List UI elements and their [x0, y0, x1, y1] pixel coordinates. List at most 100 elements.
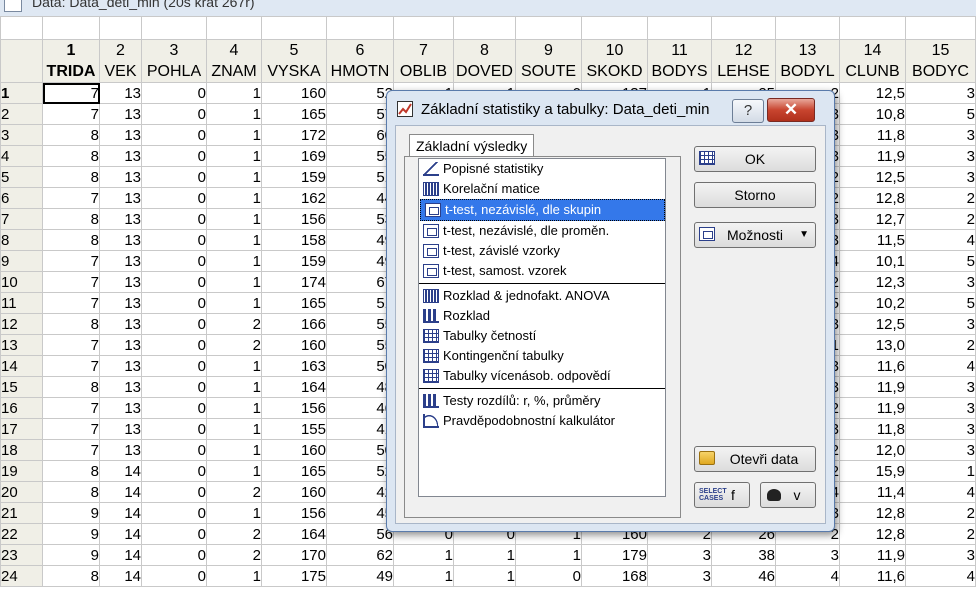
table-cell[interactable]: 0 — [141, 145, 207, 167]
table-cell[interactable]: 13 — [99, 334, 142, 356]
table-cell[interactable]: 0 — [141, 481, 207, 503]
column-header[interactable]: 10 SKOKD — [581, 39, 648, 83]
table-cell[interactable]: 10,8 — [839, 103, 906, 125]
table-cell[interactable]: 7 — [42, 292, 100, 314]
table-cell[interactable]: 15,9 — [839, 460, 906, 482]
table-cell[interactable]: 7 — [42, 271, 100, 293]
table-cell[interactable]: 13 — [99, 208, 142, 230]
table-cell[interactable]: 0 — [141, 565, 207, 587]
table-cell[interactable]: 12,7 — [839, 208, 906, 230]
table-cell[interactable]: 166 — [261, 313, 327, 335]
cancel-button[interactable]: Storno — [694, 182, 816, 208]
list-item[interactable]: t-test, samost. vzorek — [419, 261, 665, 281]
table-cell[interactable]: 7 — [42, 103, 100, 125]
table-cell[interactable]: 1 — [453, 565, 516, 587]
open-data-button[interactable]: Otevři data — [694, 446, 816, 472]
list-item[interactable]: Rozklad & jednofakt. ANOVA — [419, 286, 665, 306]
table-cell[interactable]: 156 — [261, 208, 327, 230]
row-header[interactable]: 6 — [0, 187, 43, 209]
table-cell[interactable]: 49 — [326, 229, 394, 251]
table-cell[interactable]: 2 — [206, 481, 262, 503]
table-cell[interactable]: 3 — [905, 544, 976, 566]
table-cell[interactable]: 52 — [326, 460, 394, 482]
list-item[interactable]: t-test, nezávislé, dle proměn. — [419, 221, 665, 241]
row-header[interactable]: 12 — [0, 313, 43, 335]
table-cell[interactable]: 5 — [905, 250, 976, 272]
table-cell[interactable]: 7 — [42, 82, 100, 104]
table-cell[interactable]: 14 — [99, 460, 142, 482]
table-cell[interactable]: 8 — [42, 208, 100, 230]
table-cell[interactable]: 7 — [42, 439, 100, 461]
row-header[interactable]: 7 — [0, 208, 43, 230]
table-cell[interactable]: 51 — [326, 166, 394, 188]
table-cell[interactable]: 38 — [711, 544, 776, 566]
table-cell[interactable]: 0 — [141, 502, 207, 524]
table-cell[interactable]: 1 — [206, 229, 262, 251]
table-cell[interactable]: 1 — [206, 250, 262, 272]
table-cell[interactable]: 1 — [206, 208, 262, 230]
list-item[interactable]: Kontingenční tabulky — [419, 346, 665, 366]
column-header[interactable]: 8 DOVED — [453, 39, 516, 83]
table-cell[interactable]: 49 — [326, 250, 394, 272]
table-cell[interactable]: 155 — [261, 418, 327, 440]
table-cell[interactable]: 160 — [261, 481, 327, 503]
table-cell[interactable]: 0 — [141, 82, 207, 104]
column-header[interactable]: 14 CLUNB — [839, 39, 906, 83]
table-cell[interactable]: 62 — [326, 544, 394, 566]
table-cell[interactable]: 12,8 — [839, 187, 906, 209]
row-header[interactable]: 20 — [0, 481, 43, 503]
list-item[interactable]: Tabulky četností — [419, 326, 665, 346]
table-cell[interactable]: 1 — [206, 502, 262, 524]
table-cell[interactable]: 165 — [261, 103, 327, 125]
table-cell[interactable]: 0 — [141, 418, 207, 440]
table-cell[interactable]: 3 — [647, 544, 712, 566]
select-cases-button[interactable]: SELECT CASES f — [694, 482, 750, 508]
row-header[interactable]: 23 — [0, 544, 43, 566]
table-cell[interactable]: 8 — [42, 145, 100, 167]
table-cell[interactable]: 11,4 — [839, 481, 906, 503]
grid-corner[interactable] — [0, 39, 43, 83]
table-cell[interactable]: 9 — [42, 502, 100, 524]
row-header[interactable]: 19 — [0, 460, 43, 482]
table-cell[interactable]: 3 — [647, 565, 712, 587]
table-cell[interactable]: 8 — [42, 565, 100, 587]
table-cell[interactable]: 13 — [99, 376, 142, 398]
table-cell[interactable]: 1 — [206, 460, 262, 482]
table-cell[interactable]: 2 — [206, 544, 262, 566]
table-cell[interactable]: 1 — [206, 397, 262, 419]
table-cell[interactable]: 13,0 — [839, 334, 906, 356]
table-cell[interactable]: 55 — [326, 313, 394, 335]
table-cell[interactable]: 46 — [326, 397, 394, 419]
table-cell[interactable]: 3 — [905, 124, 976, 146]
list-item[interactable]: Tabulky vícenásob. odpovědí — [419, 366, 665, 386]
table-cell[interactable]: 57 — [326, 103, 394, 125]
table-cell[interactable]: 10,2 — [839, 292, 906, 314]
tab-basic-results[interactable]: Základní výsledky — [409, 134, 535, 157]
table-cell[interactable]: 12,8 — [839, 502, 906, 524]
table-cell[interactable]: 0 — [141, 523, 207, 545]
table-cell[interactable]: 158 — [261, 229, 327, 251]
close-button[interactable]: ✕ — [767, 98, 815, 122]
table-cell[interactable]: 7 — [42, 250, 100, 272]
row-header[interactable]: 14 — [0, 355, 43, 377]
row-header[interactable]: 8 — [0, 229, 43, 251]
column-header[interactable]: 11 BODYS — [647, 39, 712, 83]
row-header[interactable]: 11 — [0, 292, 43, 314]
table-row[interactable]: 24 8 14 0 1 175 49 1 1 0 168 3 46 4 11,6 4 — [0, 565, 976, 587]
table-cell[interactable]: 13 — [99, 250, 142, 272]
table-cell[interactable]: 8 — [42, 376, 100, 398]
table-cell[interactable]: 53 — [326, 208, 394, 230]
table-cell[interactable]: 8 — [42, 313, 100, 335]
table-cell[interactable]: 0 — [141, 124, 207, 146]
table-cell[interactable]: 13 — [99, 124, 142, 146]
table-cell[interactable]: 0 — [141, 397, 207, 419]
table-cell[interactable]: 2 — [905, 334, 976, 356]
table-cell[interactable]: 2 — [905, 187, 976, 209]
column-header[interactable]: 4 ZNAM — [206, 39, 262, 83]
column-header[interactable]: 7 OBLIB — [393, 39, 454, 83]
table-cell[interactable]: 13 — [99, 229, 142, 251]
table-cell[interactable]: 2 — [905, 502, 976, 524]
table-cell[interactable]: 8 — [42, 124, 100, 146]
table-cell[interactable]: 13 — [99, 166, 142, 188]
table-cell[interactable]: 45 — [326, 502, 394, 524]
